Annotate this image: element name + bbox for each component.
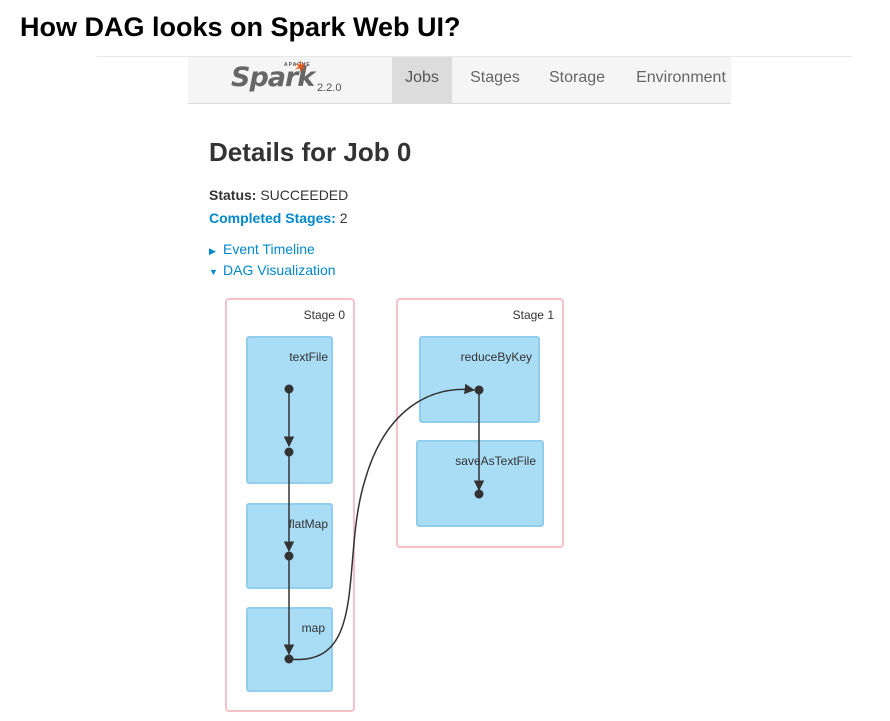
node-dot	[284, 551, 294, 561]
dag-edges	[283, 383, 485, 664]
node-dot	[284, 384, 294, 394]
node-dot	[474, 385, 484, 395]
node-dot	[474, 489, 484, 499]
node-dot	[284, 447, 294, 457]
edge-map-reducebykey	[288, 383, 476, 661]
node-dot	[284, 654, 294, 664]
